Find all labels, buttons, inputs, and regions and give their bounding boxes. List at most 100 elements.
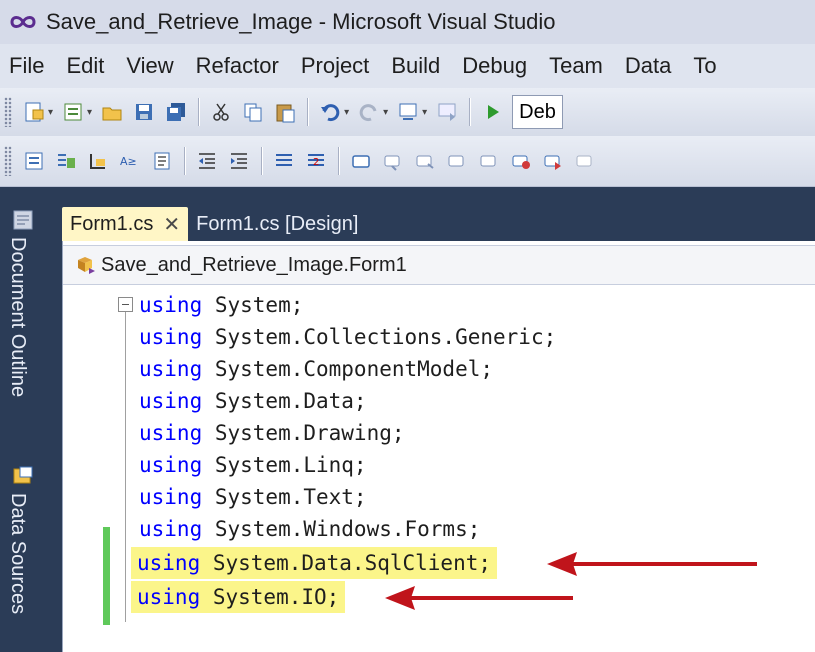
start-debugging-icon[interactable] <box>479 99 505 125</box>
toolbar-grip[interactable] <box>4 146 12 176</box>
previous-bookmark-folder-icon[interactable] <box>444 148 470 174</box>
next-bookmark-document-icon[interactable] <box>540 148 566 174</box>
menu-team[interactable]: Team <box>538 53 614 79</box>
save-all-icon[interactable] <box>163 99 189 125</box>
menu-file[interactable]: File <box>0 53 55 79</box>
visual-studio-logo-icon <box>10 14 38 30</box>
code-text: System.Collections.Generic; <box>202 325 557 349</box>
code-text: System.Drawing; <box>202 421 405 445</box>
code-line: using System.Data; <box>139 385 367 417</box>
menu-project[interactable]: Project <box>290 53 380 79</box>
increase-indent-icon[interactable] <box>226 148 252 174</box>
open-file-icon[interactable] <box>99 99 125 125</box>
tab-form1-cs-design[interactable]: Form1.cs [Design] <box>188 207 366 241</box>
menu-view[interactable]: View <box>115 53 184 79</box>
paste-icon[interactable] <box>272 99 298 125</box>
tab-label: Form1.cs <box>70 212 154 235</box>
code-keyword: using <box>137 585 201 609</box>
parameter-info-icon[interactable] <box>85 148 111 174</box>
code-keyword: using <box>139 325 203 349</box>
data-sources-icon[interactable] <box>12 465 34 487</box>
code-editor[interactable]: Save_and_Retrieve_Image.Form1 using Syst… <box>62 241 815 652</box>
code-line: using System.Collections.Generic; <box>139 321 556 353</box>
annotation-arrow <box>385 586 573 610</box>
decrease-indent-icon[interactable] <box>194 148 220 174</box>
previous-bookmark-document-icon[interactable] <box>508 148 534 174</box>
save-icon[interactable] <box>131 99 157 125</box>
standard-toolbar: ▾ ▾ ▾ ▾ ▾ Deb <box>0 88 815 136</box>
toolbar-separator <box>261 147 262 175</box>
copy-icon[interactable] <box>240 99 266 125</box>
toolbar-grip[interactable] <box>4 97 12 127</box>
annotation-arrow <box>547 552 757 576</box>
navigate-forward-icon[interactable] <box>434 99 460 125</box>
svg-text:A≥: A≥ <box>120 155 137 168</box>
new-project-icon[interactable] <box>21 99 47 125</box>
code-keyword: using <box>139 389 203 413</box>
document-tabs: Form1.cs ✕ Form1.cs [Design] <box>62 207 815 241</box>
bookmark-icon[interactable] <box>348 148 374 174</box>
navigation-bar: Save_and_Retrieve_Image.Form1 <box>63 245 815 285</box>
types-dropdown[interactable]: Save_and_Retrieve_Image.Form1 <box>101 254 407 277</box>
document-area: Form1.cs ✕ Form1.cs [Design] Save_and_Re… <box>62 187 815 652</box>
chevron-down-icon[interactable]: ▾ <box>344 107 349 118</box>
clear-bookmarks-icon[interactable] <box>572 148 598 174</box>
title-bar: Save_and_Retrieve_Image - Microsoft Visu… <box>0 0 815 45</box>
navigate-backward-icon[interactable] <box>395 99 421 125</box>
code-keyword: using <box>139 293 203 317</box>
code-line: using System.Text; <box>139 481 367 513</box>
code-text: System.Data.SqlClient; <box>200 551 492 575</box>
code-line: using System.Linq; <box>139 449 367 481</box>
object-browser-icon[interactable] <box>21 148 47 174</box>
undo-icon[interactable] <box>317 99 343 125</box>
document-outline-tab[interactable]: Document Outline <box>6 237 29 397</box>
next-bookmark-folder-icon[interactable] <box>476 148 502 174</box>
toolbar-separator <box>184 147 185 175</box>
menu-edit[interactable]: Edit <box>55 53 115 79</box>
collapse-outline-icon[interactable] <box>118 297 133 312</box>
next-bookmark-icon[interactable] <box>412 148 438 174</box>
code-line: using System.ComponentModel; <box>139 353 493 385</box>
toolbar-separator <box>307 98 309 126</box>
tab-label: Form1.cs [Design] <box>196 212 359 235</box>
code-keyword: using <box>139 357 203 381</box>
toolbar-separator <box>338 147 339 175</box>
uncomment-lines-icon[interactable]: 2 <box>303 148 329 174</box>
tab-form1-cs[interactable]: Form1.cs ✕ <box>62 207 189 241</box>
add-item-icon[interactable] <box>60 99 86 125</box>
comment-lines-icon[interactable] <box>271 148 297 174</box>
chevron-down-icon[interactable]: ▾ <box>422 107 427 118</box>
previous-bookmark-icon[interactable] <box>380 148 406 174</box>
menu-debug[interactable]: Debug <box>451 53 538 79</box>
chevron-down-icon[interactable]: ▾ <box>48 107 53 118</box>
window-title: Save_and_Retrieve_Image - Microsoft Visu… <box>46 9 556 34</box>
solution-configuration-dropdown[interactable]: Deb <box>512 95 563 129</box>
class-icon <box>75 254 97 276</box>
document-outline-icon[interactable] <box>12 209 34 231</box>
code-keyword: using <box>139 421 203 445</box>
left-tool-strip: Document Outline Data Sources <box>0 187 62 652</box>
code-line-highlighted: using System.Data.SqlClient; <box>131 547 498 579</box>
code-text: System; <box>202 293 304 317</box>
outline-guide-line <box>125 312 126 622</box>
menu-tools[interactable]: To <box>682 53 727 79</box>
code-text: System.ComponentModel; <box>202 357 494 381</box>
code-keyword: using <box>137 551 201 575</box>
menu-refactor[interactable]: Refactor <box>185 53 290 79</box>
change-indicator-bar <box>103 571 110 625</box>
complete-word-icon[interactable] <box>149 148 175 174</box>
quick-info-icon[interactable]: A≥ <box>117 148 143 174</box>
code-line: using System; <box>139 289 303 321</box>
data-sources-tab[interactable]: Data Sources <box>6 493 29 614</box>
menu-data[interactable]: Data <box>614 53 682 79</box>
cut-icon[interactable] <box>208 99 234 125</box>
toolbar-separator <box>469 98 471 126</box>
code-body[interactable]: using System; using System.Collections.G… <box>63 283 815 652</box>
chevron-down-icon[interactable]: ▾ <box>383 107 388 118</box>
chevron-down-icon[interactable]: ▾ <box>87 107 92 118</box>
list-members-icon[interactable] <box>53 148 79 174</box>
close-icon[interactable]: ✕ <box>163 212 180 237</box>
menu-build[interactable]: Build <box>380 53 451 79</box>
code-keyword: using <box>139 485 203 509</box>
redo-icon[interactable] <box>356 99 382 125</box>
